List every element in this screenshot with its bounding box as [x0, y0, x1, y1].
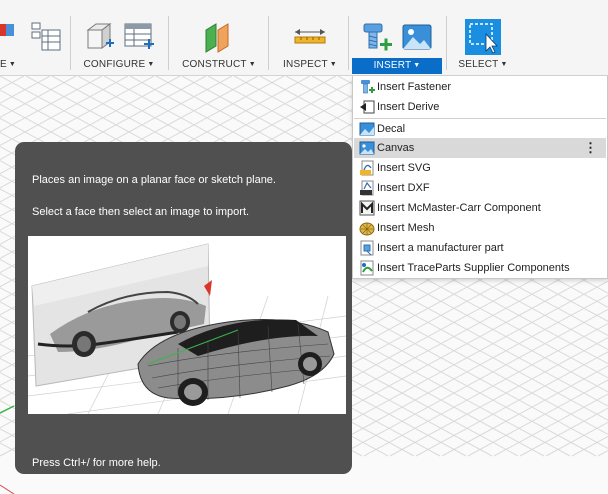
toolbar-group-label[interactable]: INSPECT ▼ — [274, 59, 346, 73]
toolbar-group-label[interactable]: SELECT ▼ — [452, 59, 514, 73]
canvas-tooltip: Places an image on a planar face or sket… — [15, 142, 352, 474]
menu-item-insert-svg[interactable]: Insert SVG — [354, 158, 606, 178]
toolbar-group-construct: CONSTRUCT ▼ — [176, 0, 262, 76]
tooltip-instruction: Select a face then select an image to im… — [32, 206, 250, 218]
construct-plane-icon[interactable] — [202, 20, 236, 54]
menu-item-label: Insert Fastener — [377, 81, 451, 93]
configure-box-icon[interactable] — [82, 20, 116, 54]
dxf-icon — [360, 180, 374, 196]
toolbar-group-label[interactable]: E ▼ — [0, 59, 70, 73]
tooltip-help: Press Ctrl+/ for more help. — [32, 457, 161, 469]
tooltip-illustration — [27, 236, 347, 415]
manufacturer-part-icon — [360, 240, 374, 256]
menu-item-insert-mesh[interactable]: Insert Mesh — [354, 218, 606, 238]
create-form-icon[interactable] — [0, 20, 22, 54]
toolbar-group-create: E ▼ — [0, 0, 70, 76]
insert-image-icon[interactable] — [400, 20, 434, 54]
more-options-icon[interactable]: ⋮ — [584, 138, 597, 158]
menu-item-decal[interactable]: Decal — [354, 119, 606, 139]
measure-icon[interactable] — [293, 20, 327, 54]
toolbar-group-insert: INSERT ▼ — [352, 0, 442, 76]
menu-item-insert-derive[interactable]: Insert Derive — [354, 97, 606, 117]
toolbar-group-label[interactable]: CONFIGURE ▼ — [76, 59, 162, 73]
menu-item-insert-traceparts[interactable]: Insert TraceParts Supplier Components — [354, 258, 606, 278]
toolbar-group-inspect: INSPECT ▼ — [274, 0, 346, 76]
toolbar-separator — [168, 16, 169, 70]
toolbar: E ▼ CONFIGURE ▼ CONSTRUCT ▼ INSPECT ▼ IN… — [0, 0, 608, 76]
menu-item-label: Insert SVG — [377, 162, 431, 174]
menu-item-insert-manufacturer-part[interactable]: Insert a manufacturer part — [354, 238, 606, 258]
menu-item-label: Insert DXF — [377, 182, 430, 194]
menu-item-canvas[interactable]: Canvas ⋮ — [354, 138, 606, 158]
menu-item-label: Decal — [377, 123, 406, 135]
traceparts-icon — [360, 260, 374, 276]
menu-item-label: Insert Mesh — [377, 222, 435, 234]
toolbar-separator — [70, 16, 71, 70]
select-icon[interactable] — [464, 18, 502, 56]
configure-table-icon[interactable] — [122, 20, 156, 54]
toolbar-group-label[interactable]: CONSTRUCT ▼ — [176, 59, 262, 73]
mcmaster-icon — [359, 200, 375, 216]
fastener-icon — [361, 80, 375, 94]
toolbar-group-configure: CONFIGURE ▼ — [76, 0, 162, 76]
toolbar-separator — [348, 16, 349, 70]
menu-item-label: Insert Derive — [377, 101, 440, 113]
svg-icon — [360, 160, 374, 176]
car-canvas-illustration — [27, 243, 347, 415]
menu-item-insert-dxf[interactable]: Insert DXF — [354, 178, 606, 198]
mesh-icon — [359, 222, 375, 236]
menu-item-label: Insert TraceParts Supplier Components — [377, 262, 570, 274]
component-table-icon[interactable] — [28, 20, 62, 54]
insert-fastener-icon[interactable] — [360, 20, 394, 54]
canvas-icon — [359, 141, 375, 155]
menu-item-label: Insert a manufacturer part — [377, 242, 504, 254]
toolbar-separator — [446, 16, 447, 70]
toolbar-group-select: SELECT ▼ — [452, 0, 514, 76]
menu-item-label: Insert McMaster-Carr Component — [377, 202, 541, 214]
menu-item-insert-mcmaster[interactable]: Insert McMaster-Carr Component — [354, 198, 606, 218]
insert-dropdown-menu: Insert Fastener Insert Derive Decal Canv… — [352, 76, 608, 279]
axis-line-red — [0, 484, 15, 494]
axis-line-green — [0, 405, 15, 414]
menu-item-label: Canvas — [377, 142, 415, 154]
derive-icon — [360, 100, 375, 114]
toolbar-separator — [268, 16, 269, 70]
tooltip-description: Places an image on a planar face or sket… — [32, 174, 276, 186]
insert-menu-button[interactable]: INSERT ▼ — [352, 58, 442, 74]
decal-icon — [359, 122, 375, 136]
menu-item-insert-fastener[interactable]: Insert Fastener — [354, 77, 606, 97]
